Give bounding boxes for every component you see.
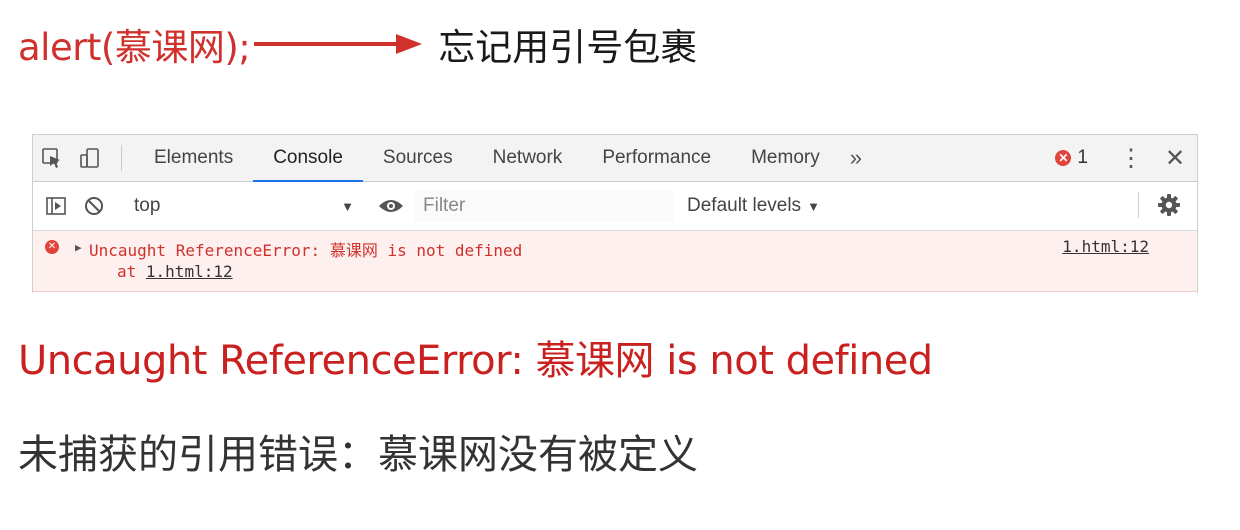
close-icon[interactable]: ✕ xyxy=(1153,144,1197,173)
console-toolbar: top ▼ Default levels ▼ xyxy=(33,182,1197,231)
tab-network[interactable]: Network xyxy=(473,135,583,181)
error-count: 1 xyxy=(1077,147,1088,168)
tabbar-divider xyxy=(121,145,122,171)
tab-console[interactable]: Console xyxy=(253,135,363,182)
stack-trace: at 1.html:12 xyxy=(117,262,233,281)
caret-down-icon: ▼ xyxy=(807,198,820,214)
source-link[interactable]: 1.html:12 xyxy=(1062,237,1149,256)
console-error-message: ✕ ▶ Uncaught ReferenceError: 慕课网 is not … xyxy=(33,231,1197,292)
annotation-line: alert(慕课网); 忘记用引号包裹 xyxy=(18,14,697,74)
stack-link[interactable]: 1.html:12 xyxy=(146,262,233,281)
error-text: Uncaught ReferenceError: 慕课网 is not defi… xyxy=(89,241,523,260)
more-options-icon[interactable]: ⋮ xyxy=(1109,144,1153,173)
caret-down-icon: ▼ xyxy=(341,198,354,214)
filter-input[interactable] xyxy=(415,190,673,222)
error-icon: ✕ xyxy=(1055,150,1072,166)
log-levels-dropdown[interactable]: Default levels ▼ xyxy=(687,195,820,217)
error-english: Uncaught ReferenceError: 慕课网 is not defi… xyxy=(18,338,933,384)
sidebar-toggle-icon[interactable] xyxy=(37,196,75,216)
live-expression-eye-icon[interactable] xyxy=(371,198,411,214)
devtools-panel: Elements Console Sources Network Perform… xyxy=(32,134,1198,293)
device-toolbar-icon[interactable] xyxy=(71,135,109,181)
tab-elements[interactable]: Elements xyxy=(134,135,253,181)
more-tabs-icon[interactable]: » xyxy=(840,135,872,181)
context-selector[interactable]: top ▼ xyxy=(126,195,362,217)
gear-icon[interactable] xyxy=(1157,193,1181,222)
error-icon: ✕ xyxy=(45,240,59,254)
arrow-right-icon xyxy=(254,32,424,56)
stack-prefix: at xyxy=(117,262,146,281)
devtools-tabbar: Elements Console Sources Network Perform… xyxy=(33,135,1197,182)
inspect-element-icon[interactable] xyxy=(33,135,71,181)
context-value: top xyxy=(134,195,161,216)
levels-label: Default levels xyxy=(687,195,802,216)
tab-performance[interactable]: Performance xyxy=(582,135,731,181)
tab-sources[interactable]: Sources xyxy=(363,135,473,181)
annotation-note: 忘记用引号包裹 xyxy=(438,26,698,69)
tabbar-right: ✕ 1 ⋮ ✕ xyxy=(1043,135,1197,181)
error-counter[interactable]: ✕ 1 xyxy=(1043,147,1100,169)
gear-divider xyxy=(1138,192,1139,218)
tab-memory[interactable]: Memory xyxy=(731,135,840,181)
expand-triangle-icon[interactable]: ▶ xyxy=(75,241,82,254)
code-snippet: alert(慕课网); xyxy=(18,26,251,69)
error-chinese: 未捕获的引用错误：慕课网没有被定义 xyxy=(18,432,698,478)
clear-console-icon[interactable] xyxy=(75,195,113,217)
